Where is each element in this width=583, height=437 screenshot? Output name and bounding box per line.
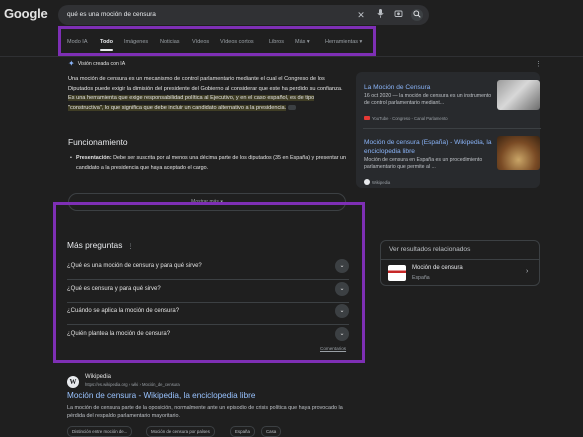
tab-todo[interactable]: Todo: [100, 39, 114, 51]
sparkle-icon: ✦: [68, 59, 75, 68]
wikipedia-favicon: W: [67, 376, 79, 388]
result-url[interactable]: https://es.wikipedia.org › wiki › Moción…: [85, 382, 180, 387]
feedback-link[interactable]: Comentarios: [320, 346, 346, 351]
result-snippet: La moción de censura parte de la oposici…: [67, 405, 343, 419]
sources-divider: [363, 128, 541, 129]
ai-overview-label: Visión creada con IA: [77, 61, 126, 67]
sitelink-chip[interactable]: Casa: [261, 426, 282, 437]
ai-overview-text: Una moción de censura es un mecanismo de…: [68, 75, 346, 113]
sitelink-chip[interactable]: Distinción entre moción de...: [67, 426, 133, 437]
source-thumbnail-2[interactable]: [497, 136, 540, 170]
sitelink-chip[interactable]: Moción de censura por países: [146, 426, 215, 437]
item-label: Presentación:: [76, 155, 112, 161]
chevron-down-icon[interactable]: ⌄: [335, 282, 349, 296]
wikipedia-icon: [364, 179, 370, 185]
ai-paragraph-highlight: Es una herramienta que exige responsabil…: [68, 95, 315, 111]
item-text: Debe ser suscrita por al menos una décim…: [76, 155, 346, 171]
tab-mas[interactable]: Más ▾: [295, 39, 310, 45]
ai-overview-header: ✦ Visión creada con IA: [68, 59, 125, 68]
related-header: Ver resultados relacionados: [389, 246, 471, 253]
info-icon[interactable]: ⋮: [127, 244, 133, 250]
clear-icon[interactable]: ✕: [355, 9, 367, 21]
chevron-right-icon[interactable]: ›: [526, 268, 528, 275]
tab-noticias[interactable]: Noticias: [160, 39, 180, 45]
paa-question[interactable]: ¿Quién plantea la moción de censura? ⌄: [67, 325, 349, 347]
source-title-2[interactable]: Moción de censura (España) - Wikipedia, …: [364, 138, 494, 156]
search-tabs: Modo IA Todo Imágenes Noticias Vídeos Ví…: [58, 26, 376, 56]
lens-icon[interactable]: [392, 9, 404, 21]
chevron-down-icon[interactable]: ⌄: [335, 259, 349, 273]
related-title[interactable]: Moción de censura: [412, 265, 463, 271]
paa-question[interactable]: ¿Qué es una moción de censura y para qué…: [67, 257, 349, 280]
mic-icon[interactable]: [374, 9, 386, 21]
search-input[interactable]: qué es una moción de censura: [67, 11, 156, 18]
source-snippet-1: 16 oct 2020 — la moción de censura es un…: [364, 93, 492, 106]
spain-flag-thumbnail: [388, 265, 406, 281]
paa-title: Más preguntas ⋮: [67, 240, 134, 250]
more-options-icon[interactable]: ⋮: [535, 60, 542, 68]
bullet: •: [70, 155, 72, 161]
paa-question[interactable]: ¿Qué es censura y para qué sirve? ⌄: [67, 280, 349, 303]
header-divider: [0, 56, 583, 57]
result-site-name: Wikipedia: [85, 374, 112, 380]
source-meta-2: Wikipedia: [364, 179, 390, 185]
search-box[interactable]: qué es una moción de censura ✕: [58, 5, 429, 25]
chevron-down-icon[interactable]: ⌄: [335, 327, 349, 341]
citation-link-icon[interactable]: [287, 104, 296, 110]
tab-herramientas[interactable]: Herramientas ▾: [325, 39, 362, 45]
tab-imagenes[interactable]: Imágenes: [124, 39, 148, 45]
tab-modo-ia[interactable]: Modo IA: [67, 39, 87, 45]
related-divider: [381, 259, 539, 260]
tab-videos-cortos[interactable]: Vídeos cortos: [220, 39, 254, 45]
tab-libros[interactable]: Libros: [269, 39, 284, 45]
youtube-icon: [364, 116, 370, 120]
section-heading: Funcionamiento: [68, 137, 128, 147]
google-logo[interactable]: Google: [4, 6, 48, 21]
source-title-1[interactable]: La Moción de Censura: [364, 84, 430, 91]
ai-paragraph: Una moción de censura es un mecanismo de…: [68, 76, 343, 92]
related-subtitle: España: [412, 275, 430, 281]
paa-question[interactable]: ¿Cuándo se aplica la moción de censura? ⌄: [67, 302, 349, 325]
tab-videos[interactable]: Vídeos: [192, 39, 209, 45]
fade-overlay: [68, 170, 348, 192]
source-snippet-2: Moción de censura en España es un proced…: [364, 157, 483, 170]
source-thumbnail-1[interactable]: [497, 80, 540, 110]
sitelink-chip[interactable]: España: [230, 426, 255, 437]
result-title-link[interactable]: Moción de censura - Wikipedia, la encicl…: [67, 391, 255, 400]
source-meta-1: YouTube · Congreso - Canal Parlamento: [364, 116, 448, 121]
chevron-down-icon[interactable]: ⌄: [335, 304, 349, 318]
search-icon[interactable]: [411, 9, 423, 21]
